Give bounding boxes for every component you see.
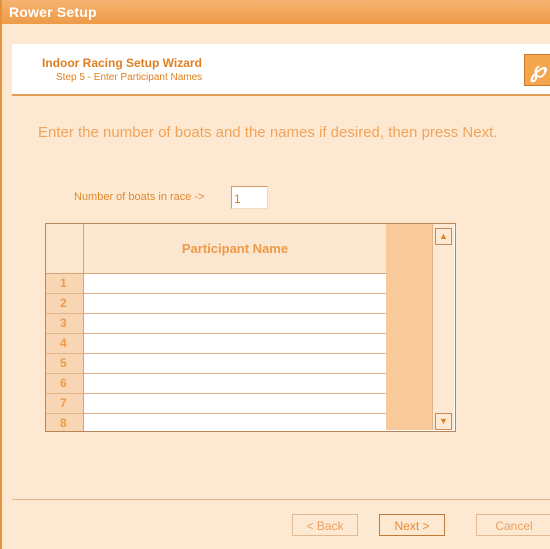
participant-rows: 12345678 [46,274,386,431]
wizard-title: Indoor Racing Setup Wizard [42,56,202,70]
window-title: Rower Setup [9,4,97,20]
table-row: 7 [46,394,386,414]
scroll-up-icon[interactable]: ▲ [435,228,452,245]
row-number: 7 [46,394,84,413]
footer-divider [12,499,550,500]
boats-count-input[interactable] [231,186,268,209]
grid-vertical-scrollbar[interactable]: ▲ ▼ [432,224,454,430]
scroll-track[interactable] [435,246,452,412]
wizard-header: Indoor Racing Setup Wizard Step 5 - Ente… [12,44,550,94]
participant-name-column-header: Participant Name [84,224,386,274]
row-number: 4 [46,334,84,353]
boats-count-label: Number of boats in race -> [74,191,205,203]
table-row: 2 [46,294,386,314]
participant-name-cell[interactable] [84,354,386,373]
participant-name-cell[interactable] [84,294,386,313]
next-button[interactable]: Next > [379,514,445,536]
table-row: 6 [46,374,386,394]
row-number: 6 [46,374,84,393]
scroll-down-icon[interactable]: ▼ [435,413,452,430]
table-row: 1 [46,274,386,294]
row-header-corner [46,224,84,274]
row-number: 2 [46,294,84,313]
table-row: 5 [46,354,386,374]
title-bar[interactable]: Rower Setup [2,0,550,24]
wizard-window: Rower Setup Indoor Racing Setup Wizard S… [0,0,550,549]
row-number: 8 [46,414,84,431]
wizard-step-subtitle: Step 5 - Enter Participant Names [56,72,203,83]
table-row: 3 [46,314,386,334]
row-number: 1 [46,274,84,293]
row-number: 5 [46,354,84,373]
table-row: 8 [46,414,386,431]
instruction-text: Enter the number of boats and the names … [38,124,498,141]
rower-logo-icon: ℘ [524,54,550,86]
row-number: 3 [46,314,84,333]
participant-name-cell[interactable] [84,334,386,353]
participant-name-cell[interactable] [84,414,386,431]
back-button[interactable]: < Back [292,514,358,536]
participant-name-cell[interactable] [84,314,386,333]
cancel-button[interactable]: Cancel [476,514,550,536]
participant-name-cell[interactable] [84,374,386,393]
table-row: 4 [46,334,386,354]
header-divider [12,94,550,96]
participant-name-cell[interactable] [84,394,386,413]
grid-empty-area [386,224,432,430]
participant-grid: Participant Name 12345678 ▲ ▼ [45,223,456,432]
participant-name-cell[interactable] [84,274,386,293]
